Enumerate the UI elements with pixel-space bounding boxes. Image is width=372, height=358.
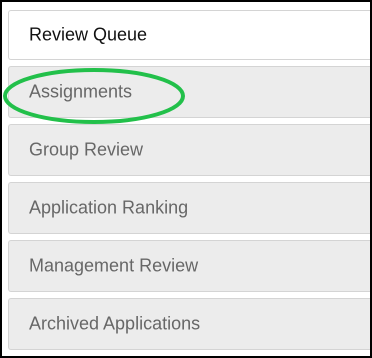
nav-item-group-review[interactable]: Group Review bbox=[8, 124, 370, 176]
nav-item-archived-applications[interactable]: Archived Applications bbox=[8, 298, 370, 350]
nav-item-label: Archived Applications bbox=[29, 313, 201, 334]
nav-list: Review Queue Assignments Group Review Ap… bbox=[2, 2, 370, 356]
nav-item-management-review[interactable]: Management Review bbox=[8, 240, 370, 292]
nav-item-label: Application Ranking bbox=[29, 197, 189, 218]
nav-item-review-queue[interactable]: Review Queue bbox=[8, 10, 370, 60]
nav-item-assignments[interactable]: Assignments bbox=[8, 66, 370, 118]
nav-item-label: Review Queue bbox=[29, 24, 148, 45]
nav-item-application-ranking[interactable]: Application Ranking bbox=[8, 182, 370, 234]
nav-item-label: Group Review bbox=[29, 139, 144, 160]
nav-item-label: Assignments bbox=[29, 81, 133, 102]
nav-panel: Review Queue Assignments Group Review Ap… bbox=[0, 0, 372, 358]
nav-item-label: Management Review bbox=[29, 255, 199, 276]
